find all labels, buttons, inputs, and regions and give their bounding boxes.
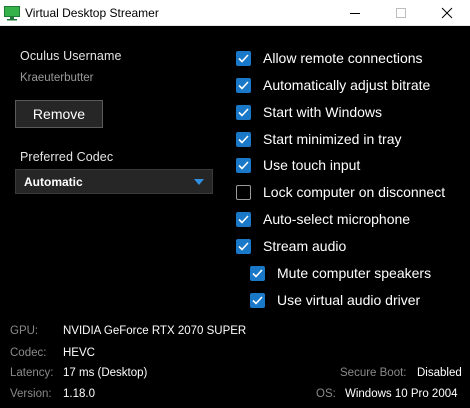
codec-info-label: Codec: xyxy=(10,347,47,359)
chevron-down-icon xyxy=(194,179,204,185)
secure-boot-value: Disabled xyxy=(417,367,462,379)
checkbox-icon[interactable] xyxy=(250,293,265,308)
checkmark-icon xyxy=(238,54,249,63)
title-bar[interactable]: Virtual Desktop Streamer xyxy=(0,0,470,26)
version-value: 1.18.0 xyxy=(63,388,95,400)
checkmark-icon xyxy=(238,135,249,144)
checkbox-label: Stream audio xyxy=(263,238,347,254)
checkbox-label: Lock computer on disconnect xyxy=(263,184,446,200)
gpu-label: GPU: xyxy=(10,325,39,337)
maximize-button[interactable] xyxy=(378,0,424,26)
preferred-codec-dropdown[interactable]: Automatic xyxy=(15,169,213,194)
oculus-username-value: Kraeuterbutter xyxy=(20,72,94,84)
checkbox-icon[interactable] xyxy=(236,132,251,147)
preferred-codec-value: Automatic xyxy=(24,175,83,189)
checkmark-icon xyxy=(238,242,249,251)
maximize-icon xyxy=(396,8,406,18)
checkbox-label: Allow remote connections xyxy=(263,50,423,66)
checkbox-label: Start minimized in tray xyxy=(263,131,402,147)
oculus-username-label: Oculus Username xyxy=(20,49,122,63)
checkbox-icon[interactable] xyxy=(236,158,251,173)
codec-info-value: HEVC xyxy=(63,347,95,359)
checkbox-icon[interactable] xyxy=(236,105,251,120)
minimize-icon xyxy=(350,13,360,14)
checkbox-icon[interactable] xyxy=(236,185,251,200)
checkmark-icon xyxy=(252,269,263,278)
latency-value: 17 ms (Desktop) xyxy=(63,367,148,379)
close-button[interactable] xyxy=(424,0,470,26)
checkbox-icon[interactable] xyxy=(236,78,251,93)
os-label: OS: xyxy=(316,388,336,400)
checkbox-icon[interactable] xyxy=(236,51,251,66)
checkbox-icon[interactable] xyxy=(236,239,251,254)
checkmark-icon xyxy=(238,81,249,90)
app-window: Virtual Desktop Streamer Oculus Username… xyxy=(0,0,470,408)
checkbox-label: Mute computer speakers xyxy=(277,265,432,281)
secure-boot-label: Secure Boot: xyxy=(340,367,407,379)
checkmark-icon xyxy=(252,296,263,305)
close-icon xyxy=(441,7,453,19)
checkbox-label: Use touch input xyxy=(263,157,361,173)
checkbox-label: Start with Windows xyxy=(263,104,383,120)
preferred-codec-label: Preferred Codec xyxy=(20,150,114,164)
version-label: Version: xyxy=(10,388,52,400)
os-value: Windows 10 Pro 2004 xyxy=(345,388,458,400)
checkbox-icon[interactable] xyxy=(250,266,265,281)
virtual-desktop-app-icon xyxy=(4,5,20,21)
checkmark-icon xyxy=(238,161,249,170)
checkmark-icon xyxy=(238,108,249,117)
window-title: Virtual Desktop Streamer xyxy=(25,6,159,20)
checkmark-icon xyxy=(238,215,249,224)
gpu-value: NVIDIA GeForce RTX 2070 SUPER xyxy=(63,325,247,337)
latency-label: Latency: xyxy=(10,367,54,379)
checkbox-label: Use virtual audio driver xyxy=(277,292,421,308)
checkbox-label: Auto-select microphone xyxy=(263,211,411,227)
checkbox-icon[interactable] xyxy=(236,212,251,227)
checkbox-label: Automatically adjust bitrate xyxy=(263,77,431,93)
remove-button[interactable]: Remove xyxy=(15,100,103,128)
minimize-button[interactable] xyxy=(332,0,378,26)
